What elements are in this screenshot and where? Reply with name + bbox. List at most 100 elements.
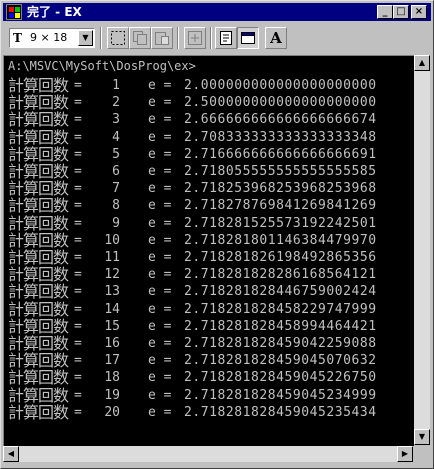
equals-sign: = xyxy=(74,387,82,403)
e-label: e = xyxy=(148,318,172,334)
iteration-label: 計算回数 xyxy=(8,368,69,388)
iteration-count: 11 xyxy=(104,250,120,265)
close-button[interactable]: × xyxy=(411,5,427,19)
toolbar-separator xyxy=(210,27,212,49)
e-label: e = xyxy=(148,95,172,111)
e-label: e = xyxy=(148,164,172,179)
paste-icon xyxy=(155,32,169,45)
equals-sign: = xyxy=(74,370,82,386)
e-value: 2.718281828458229747999 xyxy=(184,301,377,317)
equals-sign: = xyxy=(74,78,82,93)
fullscreen-button[interactable] xyxy=(184,27,206,49)
chevron-down-icon[interactable]: ▼ xyxy=(78,30,93,46)
e-label: e = xyxy=(148,198,172,214)
iteration-count: 3 xyxy=(112,112,120,128)
console-output[interactable]: A:\MSVC\MySoft\DosProg\ex> 計算回数 = 1 e = 2.00… xyxy=(3,55,414,446)
scroll-right-arrow-icon[interactable]: ▶ xyxy=(397,446,413,462)
e-value: 2.666666666666666666674 xyxy=(184,112,377,128)
e-label: e = xyxy=(148,146,172,162)
iteration-count: 18 xyxy=(104,370,120,386)
iteration-count: 7 xyxy=(112,181,120,197)
iteration-label: 計算回数 xyxy=(8,282,69,302)
background-button[interactable] xyxy=(237,27,259,49)
toolbar-separator xyxy=(177,27,179,49)
iteration-label: 計算回数 xyxy=(8,93,69,113)
truetype-icon: T xyxy=(13,31,22,45)
equals-sign: = xyxy=(74,318,82,334)
paste-button[interactable] xyxy=(151,27,173,49)
iteration-count: 6 xyxy=(112,164,120,179)
e-value: 2.000000000000000000000 xyxy=(184,78,377,93)
toolbar-separator xyxy=(100,27,102,49)
e-value: 2.718281525573192242501 xyxy=(184,215,377,231)
mark-button[interactable] xyxy=(107,27,129,49)
iteration-count: 15 xyxy=(104,318,120,334)
equals-sign: = xyxy=(74,284,82,300)
ms-dos-icon[interactable] xyxy=(6,4,22,20)
iteration-label: 計算回数 xyxy=(8,127,69,147)
horizontal-scrollbar[interactable]: ◀ ▶ xyxy=(3,446,413,462)
iteration-label: 計算回数 xyxy=(8,385,69,405)
e-label: e = xyxy=(148,112,172,128)
iteration-label: 計算回数 xyxy=(8,230,69,250)
e-value: 2.718281828459045226750 xyxy=(184,370,377,386)
e-value: 2.718281828459045235434 xyxy=(184,404,377,420)
minimize-button[interactable]: _ xyxy=(377,5,393,19)
e-label: e = xyxy=(148,284,172,300)
equals-sign: = xyxy=(74,232,82,248)
equals-sign: = xyxy=(74,267,82,283)
e-value: 2.708333333333333333348 xyxy=(184,129,377,145)
iteration-label: 計算回数 xyxy=(8,265,69,285)
mark-icon xyxy=(111,31,125,45)
maximize-button[interactable]: □ xyxy=(393,5,409,19)
scroll-up-arrow-icon[interactable]: ▲ xyxy=(414,55,430,71)
iteration-count: 16 xyxy=(104,336,120,351)
iteration-count: 2 xyxy=(112,95,120,111)
copy-button[interactable] xyxy=(129,27,151,49)
command-prompt: A:\MSVC\MySoft\DosProg\ex> xyxy=(8,59,196,73)
equals-sign: = xyxy=(74,404,82,420)
e-value: 2.718281828459045234999 xyxy=(184,387,377,403)
title-bar[interactable]: 完了 - EX _ □ × xyxy=(3,3,431,21)
font-size-select[interactable]: T 9 × 18 ▼ xyxy=(9,28,95,48)
iteration-label: 計算回数 xyxy=(8,110,69,130)
iteration-count: 10 xyxy=(104,232,120,248)
equals-sign: = xyxy=(74,336,82,351)
equals-sign: = xyxy=(74,301,82,317)
scroll-left-arrow-icon[interactable]: ◀ xyxy=(3,446,19,462)
iteration-label: 計算回数 xyxy=(8,144,69,164)
iteration-label: 計算回数 xyxy=(8,316,69,336)
equals-sign: = xyxy=(74,164,82,179)
e-value: 2.718281828459042259088 xyxy=(184,336,377,351)
e-value: 2.718281801146384479970 xyxy=(184,232,377,248)
e-value: 2.716666666666666666691 xyxy=(184,146,377,162)
iteration-count: 13 xyxy=(104,284,120,300)
iteration-count: 17 xyxy=(104,353,120,369)
equals-sign: = xyxy=(74,95,82,111)
iteration-count: 20 xyxy=(104,404,120,420)
equals-sign: = xyxy=(74,250,82,265)
iteration-label: 計算回数 xyxy=(8,76,69,95)
iteration-label: 計算回数 xyxy=(8,351,69,371)
iteration-count: 12 xyxy=(104,267,120,283)
properties-button[interactable] xyxy=(215,27,237,49)
iteration-label: 計算回数 xyxy=(8,162,69,181)
iteration-label: 計算回数 xyxy=(8,213,69,233)
font-button[interactable]: A xyxy=(265,27,287,49)
equals-sign: = xyxy=(74,112,82,128)
e-label: e = xyxy=(148,250,172,265)
e-value: 2.718281826198492865356 xyxy=(184,250,377,265)
iteration-label: 計算回数 xyxy=(8,334,69,353)
copy-icon xyxy=(133,31,147,45)
scroll-down-arrow-icon[interactable]: ▼ xyxy=(414,429,430,445)
iteration-count: 5 xyxy=(112,146,120,162)
size-grip[interactable] xyxy=(414,446,430,462)
e-value: 2.718253968253968253968 xyxy=(184,181,377,197)
iteration-label: 計算回数 xyxy=(8,299,69,319)
e-label: e = xyxy=(148,181,172,197)
e-label: e = xyxy=(148,78,172,93)
iteration-count: 14 xyxy=(104,301,120,317)
e-label: e = xyxy=(148,267,172,283)
background-icon xyxy=(241,32,255,44)
vertical-scrollbar[interactable]: ▲ ▼ xyxy=(414,55,430,445)
